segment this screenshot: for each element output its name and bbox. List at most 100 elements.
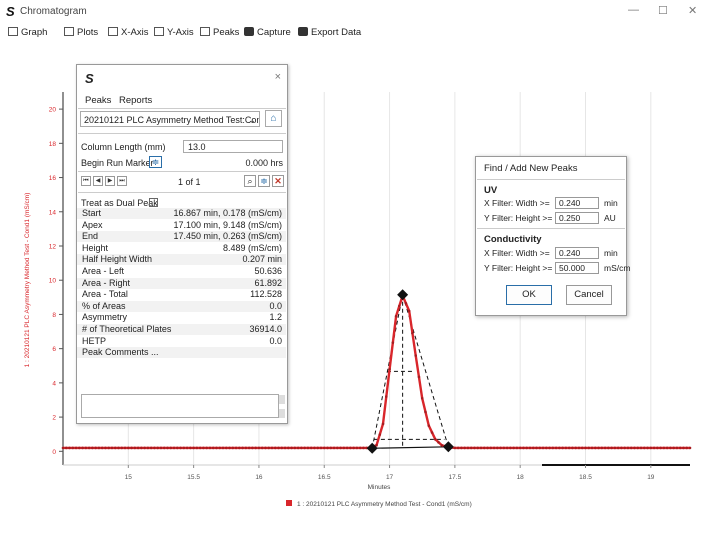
app-logo: S bbox=[6, 4, 15, 19]
uv-x-filter-input[interactable]: 0.240 bbox=[555, 197, 599, 209]
stat-row: Start 16.867 min, 0.178 (mS/cm) bbox=[77, 208, 286, 219]
data-point bbox=[414, 354, 417, 357]
data-point bbox=[629, 446, 633, 450]
data-point bbox=[456, 446, 460, 450]
data-point bbox=[159, 446, 163, 450]
data-point bbox=[476, 446, 480, 450]
cond-x-unit: min bbox=[604, 248, 618, 258]
menu-peaks[interactable]: Peaks bbox=[85, 95, 111, 106]
menu-reports[interactable]: Reports bbox=[119, 95, 152, 106]
plots-button[interactable]: Plots bbox=[64, 27, 98, 38]
data-point bbox=[567, 446, 571, 450]
maximize-button[interactable]: ☐ bbox=[658, 4, 668, 17]
data-point bbox=[593, 446, 597, 450]
edit-peak-button[interactable]: ≑ bbox=[258, 175, 270, 187]
graph-button[interactable]: Graph bbox=[8, 27, 47, 38]
data-point bbox=[512, 446, 515, 450]
data-point bbox=[74, 446, 78, 450]
column-length-input[interactable]: 13.0 bbox=[183, 140, 283, 153]
data-point bbox=[460, 446, 463, 450]
data-point bbox=[91, 446, 94, 450]
prev-page-button[interactable]: ◀ bbox=[93, 176, 103, 186]
search-peak-button[interactable]: ⌕ bbox=[244, 175, 256, 187]
title-bar: S Chromatogram — ☐ ✕ bbox=[0, 0, 702, 22]
stat-value: 112.528 bbox=[250, 289, 282, 300]
ok-button[interactable]: OK bbox=[506, 285, 552, 305]
peak-marker-apex[interactable] bbox=[397, 289, 409, 301]
chevron-down-icon: ⌄ bbox=[248, 115, 256, 125]
cond-y-filter-input[interactable]: 50.000 bbox=[555, 262, 599, 274]
stat-value: 8.489 (mS/cm) bbox=[222, 242, 282, 253]
data-point bbox=[244, 446, 248, 450]
stat-value: 1.2 bbox=[269, 312, 282, 323]
stat-row: Height 8.489 (mS/cm) bbox=[77, 243, 286, 254]
scroll-up-button[interactable] bbox=[279, 395, 285, 404]
x-axis-button[interactable]: X-Axis bbox=[108, 27, 148, 38]
data-point bbox=[189, 446, 192, 450]
data-point bbox=[322, 446, 326, 450]
data-point bbox=[548, 446, 551, 450]
stat-label: % of Areas bbox=[82, 300, 126, 311]
camera-icon bbox=[244, 27, 254, 36]
data-point bbox=[342, 446, 346, 450]
cond-x-filter-input[interactable]: 0.240 bbox=[555, 247, 599, 259]
dual-peak-label: Treat as Dual Peak bbox=[81, 198, 158, 208]
first-page-button[interactable]: ⏮ bbox=[81, 176, 91, 186]
y-axis-button[interactable]: Y-Axis bbox=[154, 27, 194, 38]
dual-peak-checkbox[interactable] bbox=[149, 198, 158, 207]
data-point bbox=[238, 446, 241, 450]
data-point bbox=[208, 446, 212, 450]
uv-y-filter-input[interactable]: 0.250 bbox=[555, 212, 599, 224]
y-tick-label: 12 bbox=[49, 243, 57, 250]
data-point bbox=[502, 446, 506, 450]
data-point bbox=[113, 446, 117, 450]
run-select[interactable]: 20210121 PLC Asymmetry Method Test:Cond1… bbox=[80, 111, 260, 127]
cancel-button[interactable]: Cancel bbox=[566, 285, 612, 305]
panel-close-button[interactable]: × bbox=[275, 71, 281, 83]
peak-marker-end[interactable] bbox=[442, 441, 454, 453]
delete-peak-button[interactable]: ✕ bbox=[272, 175, 284, 187]
peaks-panel: S × Peaks Reports 20210121 PLC Asymmetry… bbox=[76, 64, 288, 424]
data-point bbox=[407, 309, 411, 313]
data-point bbox=[509, 446, 512, 450]
stat-row: End 17.450 min, 0.263 (mS/cm) bbox=[77, 231, 286, 243]
data-point bbox=[639, 446, 643, 450]
data-point bbox=[652, 446, 656, 450]
data-point bbox=[528, 446, 532, 450]
data-point bbox=[499, 446, 502, 450]
data-point bbox=[545, 446, 548, 450]
data-point bbox=[280, 446, 284, 450]
data-point bbox=[636, 446, 640, 450]
divider bbox=[477, 228, 625, 229]
data-point bbox=[682, 446, 685, 450]
y-tick-label: 18 bbox=[49, 141, 57, 148]
data-point bbox=[215, 446, 218, 450]
data-point bbox=[518, 446, 522, 450]
stat-label[interactable]: Peak Comments ... bbox=[82, 347, 159, 357]
export-data-button[interactable]: Export Data bbox=[298, 27, 361, 38]
data-point bbox=[127, 446, 130, 450]
stat-label: Apex bbox=[82, 219, 103, 230]
uv-x-filter-label: X Filter: Width >= bbox=[484, 198, 550, 208]
stat-row: Half Height Width 0.207 min bbox=[77, 254, 286, 266]
data-point bbox=[607, 446, 610, 450]
peak-comments-input[interactable] bbox=[81, 394, 279, 418]
grid-icon bbox=[108, 27, 118, 36]
begin-run-marker-button[interactable]: ≑ bbox=[149, 156, 162, 168]
minimize-button[interactable]: — bbox=[628, 4, 639, 16]
data-point bbox=[352, 446, 355, 450]
legend-label[interactable]: 1 : 20210121 PLC Asymmetry Method Test -… bbox=[297, 501, 472, 508]
close-button[interactable]: ✕ bbox=[688, 4, 697, 17]
last-page-button[interactable]: ⏭ bbox=[117, 176, 127, 186]
data-point bbox=[580, 446, 584, 450]
stat-row: # of Theoretical Plates 36914.0 bbox=[77, 324, 286, 335]
peaks-button[interactable]: Peaks bbox=[200, 27, 239, 38]
next-page-button[interactable]: ▶ bbox=[105, 176, 115, 186]
scroll-down-button[interactable] bbox=[279, 409, 285, 418]
data-point bbox=[355, 446, 359, 450]
marker-icon: ≑ bbox=[260, 176, 268, 186]
capture-button[interactable]: Capture bbox=[244, 27, 291, 38]
divider bbox=[78, 171, 286, 172]
data-point bbox=[169, 446, 173, 450]
home-button[interactable]: ⌂ bbox=[265, 110, 282, 127]
